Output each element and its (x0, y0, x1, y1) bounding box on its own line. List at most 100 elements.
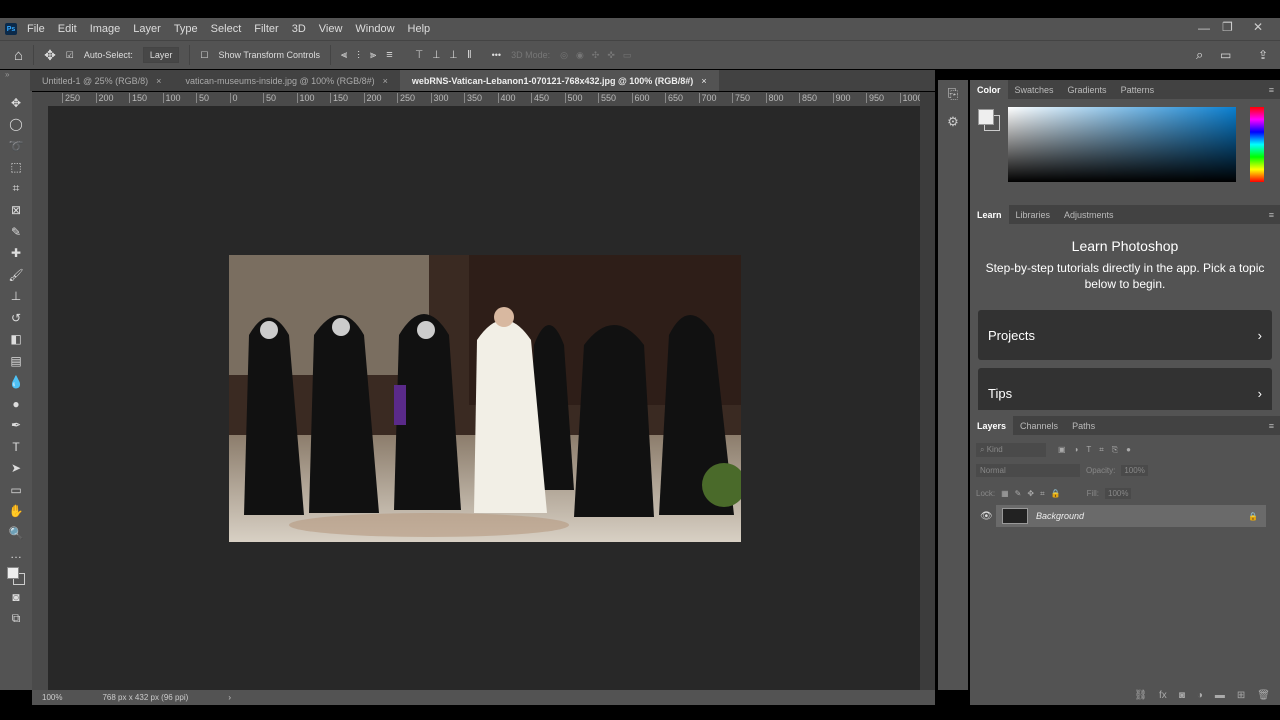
chevron-right-icon: › (1257, 327, 1262, 343)
marquee-tool[interactable]: ◯ (0, 114, 32, 136)
eraser-tool[interactable]: ◧ (0, 329, 32, 351)
menu-help[interactable]: Help (408, 23, 431, 35)
panel-menu-icon[interactable]: ≡ (1269, 85, 1274, 95)
learn-card-projects[interactable]: Projects › (978, 310, 1272, 360)
properties-icon[interactable]: ⚙ (938, 104, 968, 130)
hand-tool[interactable]: ✋ (0, 501, 32, 523)
align-icons[interactable]: ⫷⫶⫸≡ ⊤⊥⊥‖ (341, 49, 482, 62)
checkbox-show-transform[interactable]: ☐ (200, 50, 208, 61)
tab-color[interactable]: Color (970, 80, 1008, 99)
vertical-scrollbar[interactable] (920, 92, 935, 690)
tab-vatican-lebanon[interactable]: webRNS-Vatican-Lebanon1-070121-768x432.j… (399, 70, 719, 91)
path-select-tool[interactable]: ➤ (0, 458, 32, 480)
healing-tool[interactable]: ✚ (0, 243, 32, 265)
menu-type[interactable]: Type (174, 23, 198, 35)
layer-row-background[interactable]: 👁 Background 🔒 (980, 505, 1266, 527)
menu-image[interactable]: Image (90, 23, 121, 35)
document-image[interactable] (229, 255, 741, 542)
new-layer-icon[interactable]: ⊞ (1237, 690, 1245, 701)
frame-tool[interactable]: ⊠ (0, 200, 32, 222)
foreground-color[interactable] (978, 109, 994, 125)
move-tool-icon[interactable]: ✥ (44, 47, 56, 64)
filter-icons[interactable]: ▣◑T⌗⎘● (1058, 445, 1139, 455)
blur-tool[interactable]: 💧 (0, 372, 32, 394)
quick-mask-icon[interactable]: ◙ (0, 587, 32, 609)
mask-icon[interactable]: ◙ (1179, 690, 1185, 701)
search-icon[interactable]: ⌕ (1196, 47, 1203, 63)
adjustment-icon[interactable]: ◑ (1197, 690, 1203, 701)
menu-view[interactable]: View (319, 23, 343, 35)
screen-mode-icon[interactable]: ⧉ (0, 608, 32, 630)
color-swatches[interactable] (0, 565, 32, 587)
tab-layers[interactable]: Layers (970, 416, 1014, 435)
restore-icon[interactable]: ❐ (1222, 20, 1233, 34)
tab-adjustments[interactable]: Adjustments (1057, 205, 1121, 224)
tab-untitled[interactable]: Untitled-1 @ 25% (RGB/8) × (30, 70, 173, 91)
history-brush-tool[interactable]: ↺ (0, 307, 32, 329)
eyedropper-tool[interactable]: ✎ (0, 221, 32, 243)
folder-icon[interactable]: ▬ (1215, 690, 1225, 701)
close-tab-icon[interactable]: × (701, 76, 706, 86)
menu-filter[interactable]: Filter (254, 23, 278, 35)
blend-mode-select[interactable]: Normal (976, 464, 1080, 477)
learn-card-tips[interactable]: Tips › (978, 368, 1272, 410)
lock-icon[interactable]: 🔒 (1248, 512, 1258, 521)
menu-edit[interactable]: Edit (58, 23, 77, 35)
layer-filter-kind[interactable]: ⌕ Kind (976, 443, 1046, 457)
color-panel (970, 99, 1280, 205)
minimize-icon[interactable]: — (1198, 21, 1210, 35)
type-tool[interactable]: T (0, 436, 32, 458)
crop-tool[interactable]: ⌗ (0, 178, 32, 200)
checkbox-auto-select[interactable]: ☑ (66, 50, 74, 61)
workspace-icon[interactable]: ▭ (1220, 48, 1231, 62)
right-panels: Color Swatches Gradients Patterns ≡ Lear… (970, 80, 1280, 705)
fill-input[interactable]: 100% (1105, 488, 1132, 499)
zoom-tool[interactable]: 🔍 (0, 522, 32, 544)
trash-icon[interactable]: 🗑 (1257, 690, 1270, 701)
home-icon[interactable]: ⌂ (14, 47, 23, 64)
tab-paths[interactable]: Paths (1065, 416, 1102, 435)
move-tool[interactable]: ✥ (0, 92, 32, 114)
status-menu-arrow[interactable]: › (228, 693, 231, 702)
dodge-tool[interactable]: ● (0, 393, 32, 415)
tab-channels[interactable]: Channels (1013, 416, 1065, 435)
menu-layer[interactable]: Layer (133, 23, 161, 35)
color-field[interactable] (1008, 107, 1236, 182)
fx-icon[interactable]: fx (1159, 690, 1167, 701)
stamp-tool[interactable]: ⊥ (0, 286, 32, 308)
menu-3d[interactable]: 3D (292, 23, 306, 35)
canvas-area[interactable] (48, 106, 920, 690)
menu-window[interactable]: Window (355, 23, 394, 35)
tab-libraries[interactable]: Libraries (1009, 205, 1058, 224)
visibility-eye-icon[interactable]: 👁 (980, 511, 993, 522)
toolbar: » ✥ ◯ ➰ ⬚ ⌗ ⊠ ✎ ✚ 🖌 ⊥ ↺ ◧ ▤ 💧 ● ✒ T ➤ ▭ … (0, 70, 32, 690)
menu-file[interactable]: File (27, 23, 45, 35)
tab-gradients[interactable]: Gradients (1061, 80, 1114, 99)
tab-patterns[interactable]: Patterns (1114, 80, 1162, 99)
tab-swatches[interactable]: Swatches (1008, 80, 1061, 99)
tab-vatican-museums[interactable]: vatican-museums-inside.jpg @ 100% (RGB/8… (173, 70, 399, 91)
more-options-icon[interactable]: ••• (492, 50, 501, 60)
shape-tool[interactable]: ▭ (0, 479, 32, 501)
zoom-level[interactable]: 100% (42, 693, 62, 702)
hue-slider[interactable] (1250, 107, 1264, 182)
close-tab-icon[interactable]: × (383, 76, 388, 86)
object-select-tool[interactable]: ⬚ (0, 157, 32, 179)
layer-select[interactable]: Layer (142, 47, 180, 63)
close-tab-icon[interactable]: × (156, 76, 161, 86)
opacity-input[interactable]: 100% (1121, 465, 1148, 476)
close-icon[interactable]: ✕ (1253, 20, 1263, 34)
tab-learn[interactable]: Learn (970, 205, 1009, 224)
history-icon[interactable]: ⎘ (938, 80, 968, 104)
brush-tool[interactable]: 🖌 (0, 264, 32, 286)
panel-menu-icon[interactable]: ≡ (1269, 210, 1274, 220)
panel-menu-icon[interactable]: ≡ (1269, 421, 1274, 431)
link-icon[interactable]: ⛓ (1134, 690, 1147, 701)
more-tools[interactable]: … (0, 544, 32, 566)
share-icon[interactable]: ⇪ (1258, 48, 1268, 62)
menu-select[interactable]: Select (211, 23, 242, 35)
gradient-tool[interactable]: ▤ (0, 350, 32, 372)
lock-icons[interactable]: ▦✎✥⌗🔒 (1001, 489, 1066, 499)
pen-tool[interactable]: ✒ (0, 415, 32, 437)
lasso-tool[interactable]: ➰ (0, 135, 32, 157)
